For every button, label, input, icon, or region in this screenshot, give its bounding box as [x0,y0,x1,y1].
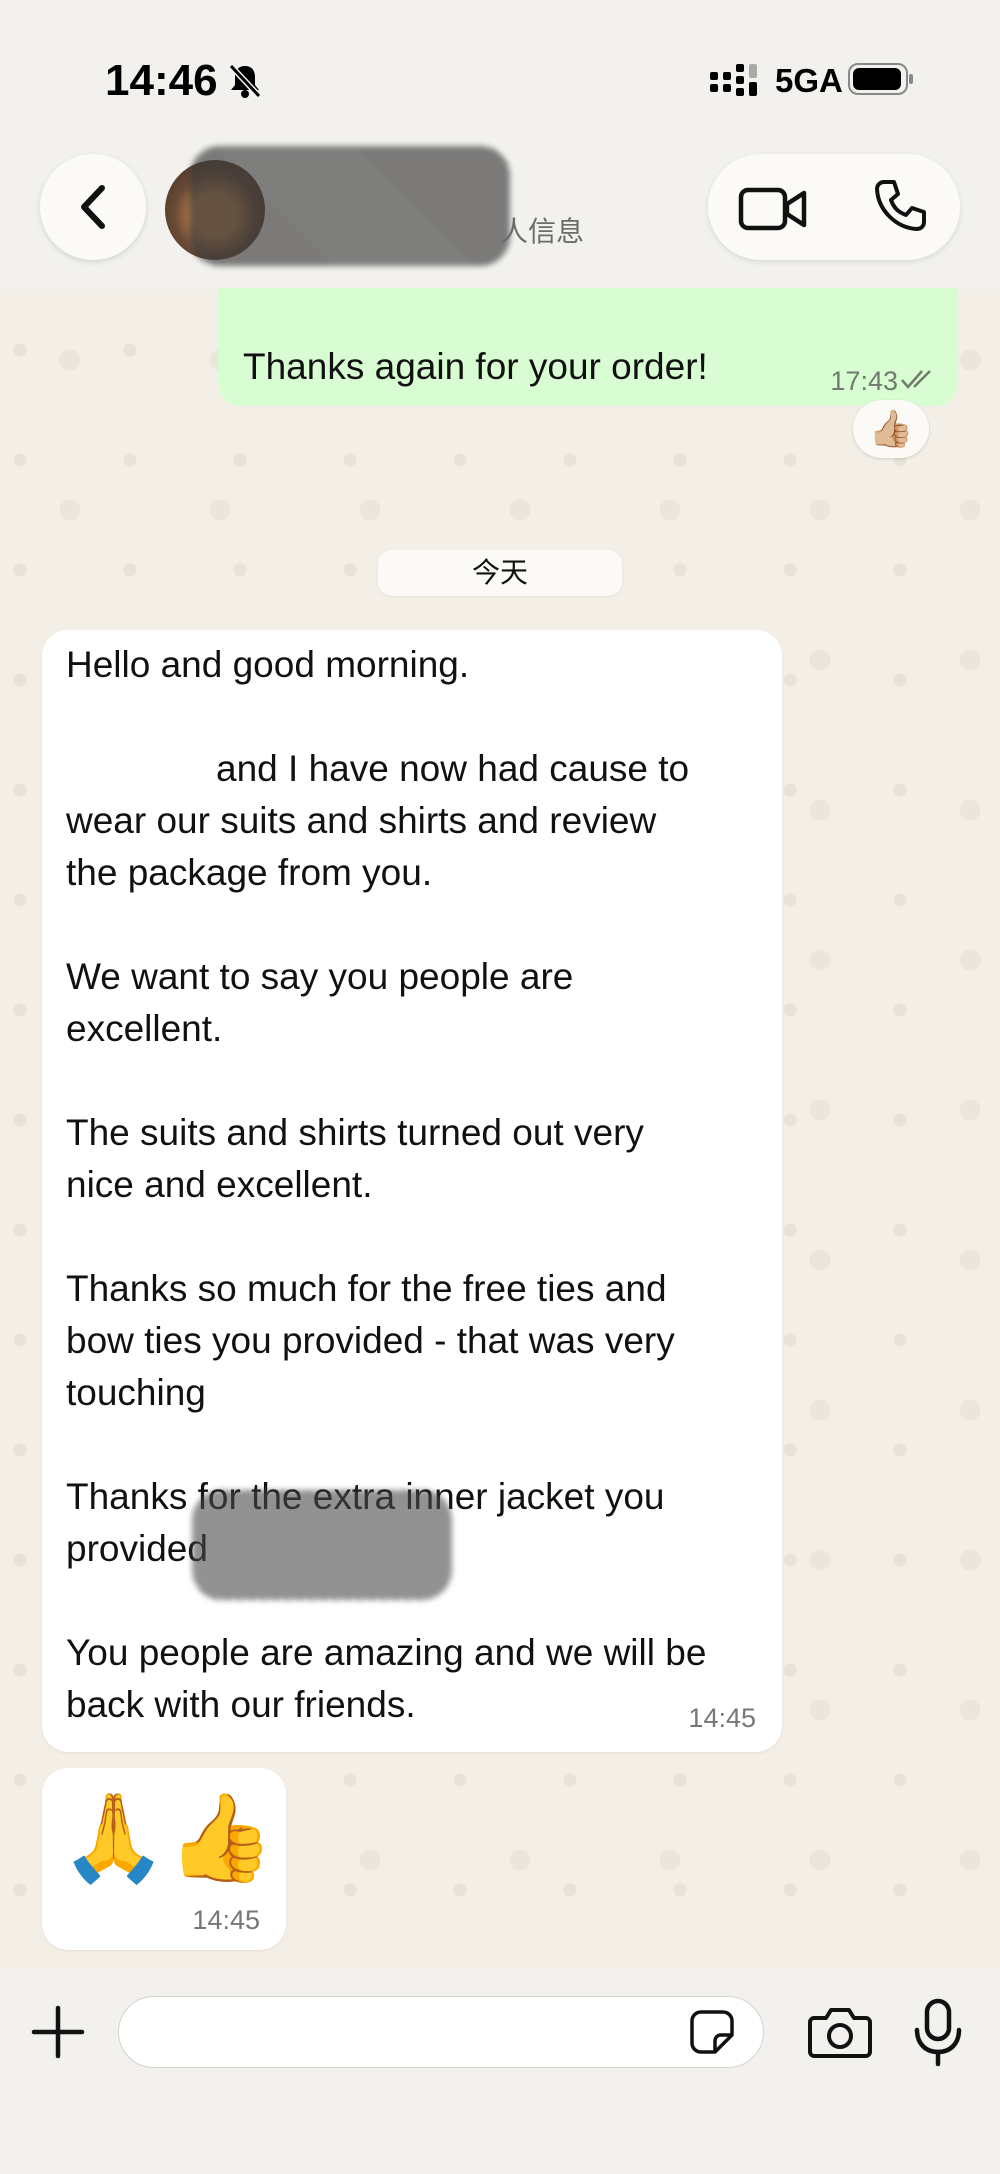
incoming-emoji-message[interactable]: 🙏👍 14:45 [42,1768,286,1950]
double-check-icon [901,370,931,389]
back-button[interactable] [40,154,146,260]
redacted-name [192,1490,452,1600]
message-line: The suits and shirts turned out very [66,1112,644,1153]
message-time: 14:45 [192,1905,260,1935]
redacted-name [64,738,194,784]
bell-off-icon [228,63,262,99]
message-time: 14:45 [688,1703,756,1733]
message-line: back with our friends. [66,1684,416,1725]
chat-header: 人信息 [0,140,1000,290]
call-actions [708,154,960,260]
network-label: 5GA [775,62,843,99]
message-line: We want to say you people are [66,956,574,997]
chevron-left-icon [81,185,105,229]
message-line: provided [66,1528,208,1569]
message-time: 17:43 [830,366,898,396]
signal-icon [710,64,757,96]
plus-icon[interactable] [30,2004,86,2060]
phone-icon[interactable] [870,176,930,236]
camera-icon[interactable] [808,2002,872,2062]
message-line: You people are amazing and we will be [66,1632,707,1673]
microphone-icon[interactable] [912,1998,964,2068]
message-reaction[interactable]: 👍🏼 [853,400,929,458]
message-line: wear our suits and shirts and review [66,800,657,841]
message-text: Thanks again for your order! [243,346,708,387]
contact-status[interactable]: 人信息 [500,210,584,250]
message-line: Thanks so much for the free ties and [66,1268,667,1309]
emoji-text: 🙏👍 [60,1790,275,1886]
message-line: the package from you. [66,852,433,893]
composer-bar [0,1968,1000,2174]
status-time: 14:46 [105,56,218,105]
message-line: nice and excellent. [66,1164,373,1205]
sticker-icon[interactable] [689,2009,735,2055]
incoming-message[interactable]: Hello and good morning. and I have now h… [42,630,782,1752]
outgoing-message[interactable]: Thanks again for your order! 17:43 [218,288,958,406]
message-line: excellent. [66,1008,223,1049]
date-divider: 今天 [378,550,622,596]
message-line: bow ties you provided - that was very [66,1320,675,1361]
message-input[interactable] [118,1996,764,2068]
status-bar: 14:46 5GA [0,0,1000,150]
message-line: touching [66,1372,206,1413]
contact-name-redacted[interactable] [190,146,510,266]
message-line: and I have now had cause to [216,748,690,789]
message-line: Hello and good morning. [66,644,470,685]
video-call-button[interactable] [738,178,808,238]
battery-icon [848,63,913,95]
